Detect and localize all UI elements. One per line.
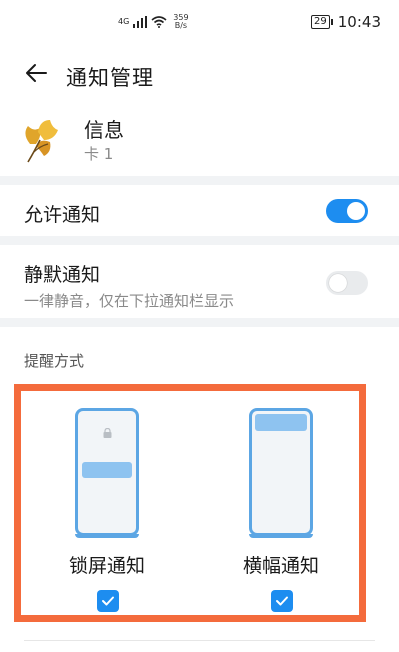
bottom-divider: [24, 640, 375, 641]
toggle-knob: [329, 274, 347, 292]
divider: [0, 176, 399, 185]
status-right: 29 10:43: [311, 13, 381, 31]
banner-label: 横幅通知: [242, 555, 319, 577]
checkmark-icon: [276, 596, 288, 606]
network-type: 4G: [118, 17, 130, 26]
wifi-icon: [151, 16, 167, 28]
reminder-section-label: 提醒方式: [24, 352, 85, 370]
silent-notifications-label: 静默通知: [24, 264, 101, 286]
lockscreen-checkbox[interactable]: [97, 590, 119, 612]
silent-notifications-description: 一律静音，仅在下拉通知栏显示: [24, 292, 235, 310]
back-arrow-icon[interactable]: [24, 60, 50, 86]
lockscreen-phone-illustration: [75, 408, 139, 538]
lockscreen-label: 锁屏通知: [68, 555, 145, 577]
silent-notifications-toggle[interactable]: [326, 271, 368, 295]
toggle-knob: [347, 202, 365, 220]
highlight-frame: [14, 384, 366, 622]
status-indicators: 4G 359 B/s: [118, 12, 189, 32]
battery-icon: 29: [311, 15, 333, 29]
app-info: 信息 卡 1: [0, 110, 399, 176]
banner-checkbox[interactable]: [271, 590, 293, 612]
header: 通知管理: [0, 58, 399, 94]
lockscreen-notification-bar: [82, 462, 132, 478]
clock: 10:43: [337, 13, 381, 31]
ginkgo-leaf-icon: [25, 120, 58, 163]
status-bar: 4G 359 B/s 29 10:43: [0, 0, 399, 42]
lock-icon: [103, 428, 112, 438]
divider: [0, 236, 399, 245]
allow-notifications-label: 允许通知: [24, 204, 101, 226]
page-title: 通知管理: [66, 66, 154, 90]
divider: [0, 318, 399, 327]
speed-unit: B/s: [174, 21, 188, 30]
signal-icon: [133, 16, 148, 28]
allow-notifications-toggle[interactable]: [326, 199, 368, 223]
app-sim-label: 卡 1: [84, 145, 114, 163]
banner-notification-bar: [255, 414, 307, 431]
battery-level: 29: [311, 15, 330, 29]
network-speed: 359 B/s: [173, 14, 188, 30]
app-name: 信息: [84, 118, 124, 142]
banner-phone-illustration: [249, 408, 313, 538]
checkmark-icon: [102, 596, 114, 606]
